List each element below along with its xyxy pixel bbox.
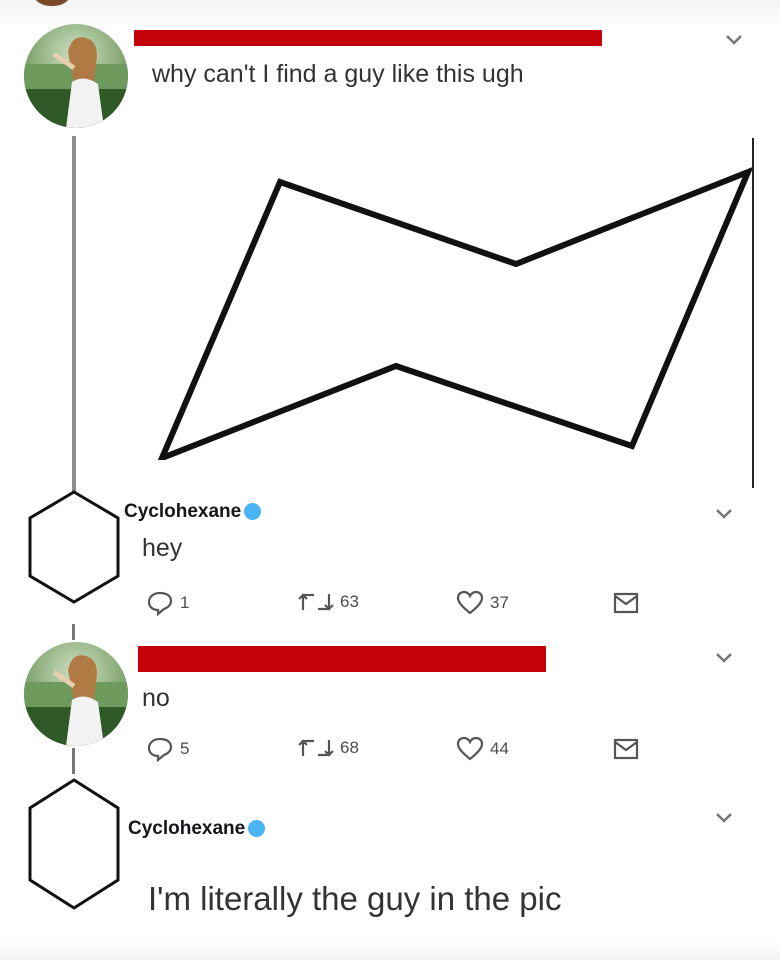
chevron-down-icon[interactable] — [720, 26, 748, 54]
photo-avatar-icon — [24, 655, 128, 746]
reply-button[interactable]: 5 — [146, 736, 189, 762]
like-button[interactable]: 37 — [456, 590, 509, 616]
tweet-text: hey — [142, 534, 183, 562]
reply-icon — [147, 737, 173, 762]
thread-line — [72, 748, 75, 774]
cyclohexane-chair-drawing-icon[interactable] — [150, 160, 760, 460]
tweet-text: why can't I find a guy like this ugh — [152, 60, 524, 88]
photo-avatar-icon — [24, 37, 128, 128]
author-name[interactable]: Cyclohexane — [124, 501, 241, 522]
retweet-icon — [298, 593, 334, 611]
retweet-count: 68 — [340, 738, 359, 757]
redacted-username — [134, 30, 602, 46]
chevron-down-icon[interactable] — [710, 500, 738, 528]
tweet-text: no — [142, 684, 170, 712]
heart-icon — [456, 590, 484, 615]
redacted-username — [138, 646, 546, 672]
thread-line — [72, 136, 76, 492]
verified-badge-icon — [244, 503, 262, 520]
like-count: 37 — [490, 593, 509, 612]
bottom-edge — [0, 940, 780, 960]
mail-icon[interactable] — [612, 736, 640, 762]
verified-badge-icon — [248, 820, 266, 837]
like-count: 44 — [490, 739, 509, 758]
reply-count: 5 — [180, 739, 190, 758]
like-button[interactable]: 44 — [456, 736, 509, 762]
chevron-down-icon[interactable] — [710, 644, 738, 672]
reply-button[interactable]: 1 — [146, 590, 189, 616]
hexagon-avatar-icon[interactable] — [24, 776, 124, 912]
avatar[interactable] — [24, 24, 128, 128]
author-name[interactable]: Cyclohexane — [128, 818, 245, 839]
mail-icon[interactable] — [612, 590, 640, 616]
retweet-button[interactable]: 68 — [298, 736, 359, 760]
hexagon-avatar-icon[interactable] — [24, 488, 124, 608]
retweet-button[interactable]: 63 — [298, 590, 359, 614]
image-border — [752, 138, 754, 488]
retweet-icon — [298, 739, 334, 757]
heart-icon — [456, 736, 484, 761]
top-edge — [0, 0, 780, 28]
reply-count: 1 — [180, 593, 190, 612]
author-line: Cyclohexane — [124, 501, 262, 523]
tweet-text: I'm literally the guy in the pic — [148, 880, 562, 917]
reply-icon — [147, 591, 173, 616]
thread-line — [72, 624, 75, 640]
avatar[interactable] — [24, 642, 128, 746]
chevron-down-icon[interactable] — [710, 804, 738, 832]
author-line: Cyclohexane — [128, 818, 266, 840]
retweet-count: 63 — [340, 592, 359, 611]
